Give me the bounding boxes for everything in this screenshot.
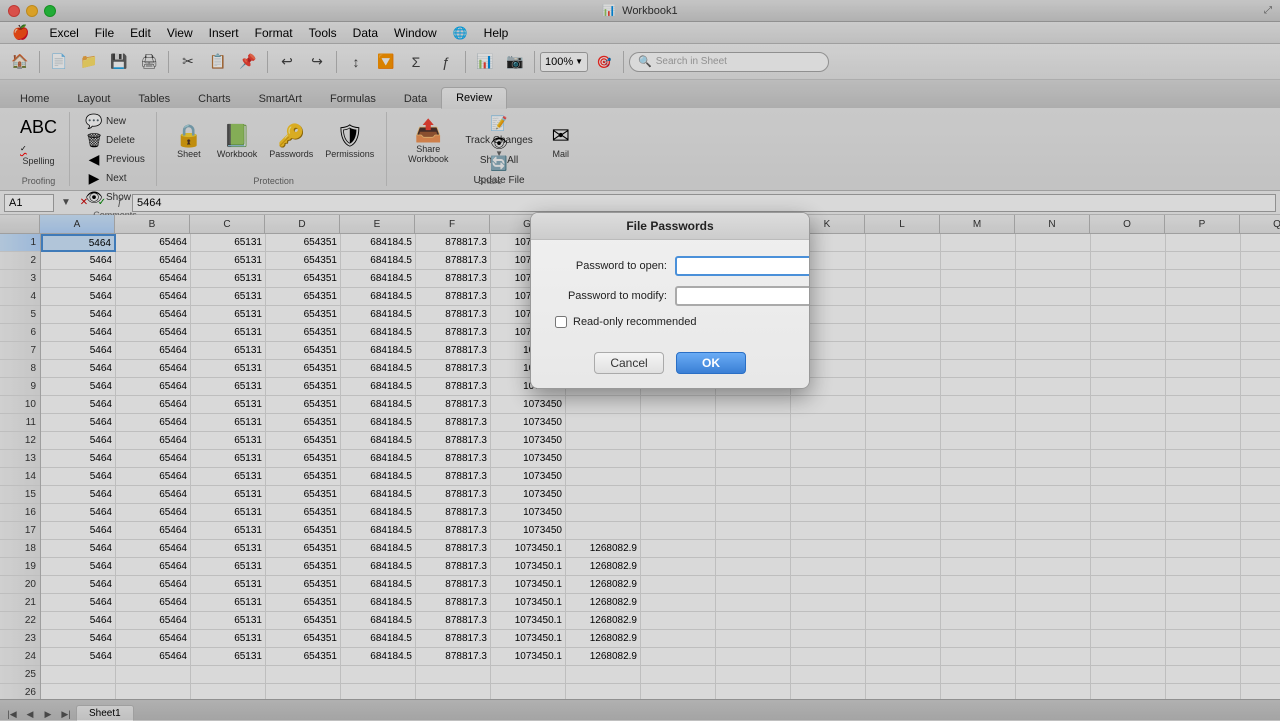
password-open-label: Password to open: <box>547 260 667 272</box>
readonly-label: Read-only recommended <box>573 316 697 328</box>
dialog-buttons: Cancel OK <box>531 344 809 388</box>
password-modify-input[interactable] <box>675 286 810 306</box>
password-modify-label: Password to modify: <box>547 290 667 302</box>
file-passwords-dialog: File Passwords Password to open: Passwor… <box>530 212 810 389</box>
readonly-row: Read-only recommended <box>547 316 793 328</box>
dialog-title: File Passwords <box>531 213 809 240</box>
password-open-row: Password to open: <box>547 256 793 276</box>
dialog-overlay: File Passwords Password to open: Passwor… <box>0 0 1280 720</box>
password-modify-row: Password to modify: <box>547 286 793 306</box>
password-open-input[interactable] <box>675 256 810 276</box>
dialog-body: Password to open: Password to modify: Re… <box>531 240 809 344</box>
readonly-checkbox[interactable] <box>555 316 567 328</box>
cancel-button[interactable]: Cancel <box>594 352 664 374</box>
ok-button[interactable]: OK <box>676 352 746 374</box>
